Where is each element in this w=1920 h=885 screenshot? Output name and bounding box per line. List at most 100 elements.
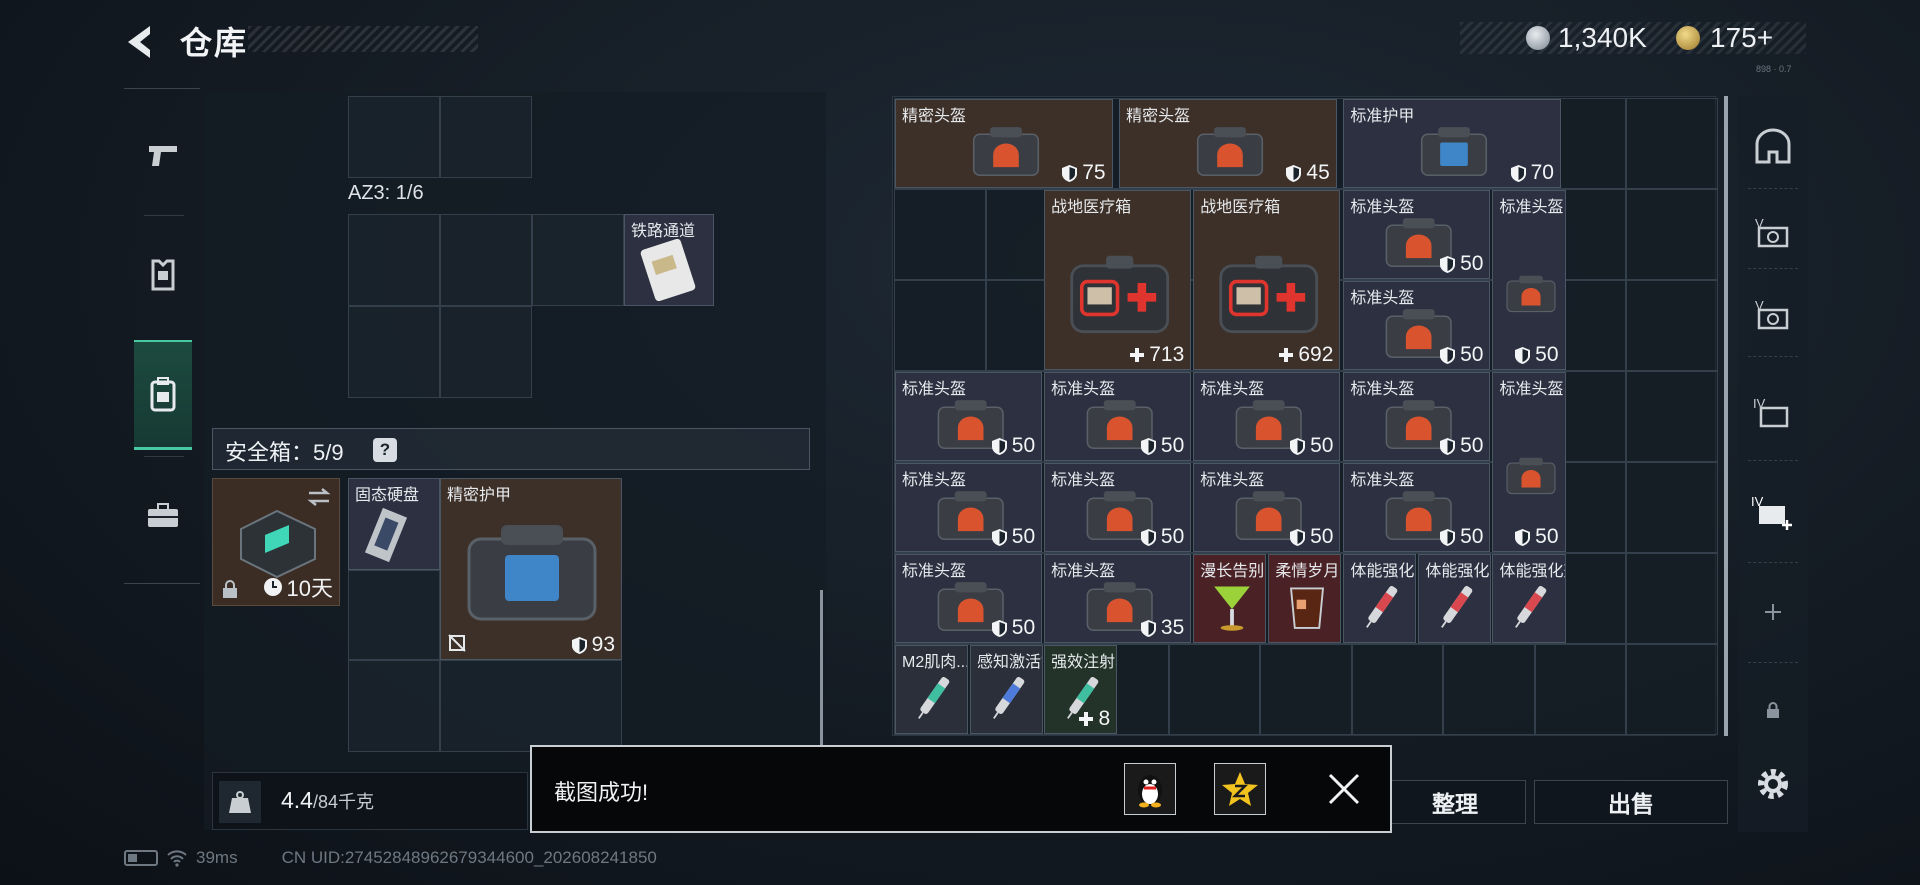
inventory-item[interactable]: 标准头盔 50 xyxy=(1193,463,1341,552)
inventory-slot[interactable] xyxy=(894,189,986,280)
inventory-slot[interactable] xyxy=(1260,644,1352,735)
medkit-image xyxy=(1070,256,1170,334)
item-name: 标准头盔 xyxy=(1051,563,1116,580)
safe-case-item[interactable]: 10天 xyxy=(212,478,340,606)
weight-icon xyxy=(219,781,261,823)
helmet-case-image xyxy=(1506,458,1556,495)
grid-cell[interactable] xyxy=(348,660,440,752)
backpack-scrollbar[interactable] xyxy=(820,590,823,750)
inventory-slot[interactable] xyxy=(1351,644,1443,735)
inventory-item[interactable]: 感知激活针 xyxy=(970,645,1044,734)
inventory-item[interactable]: 标准头盔 35 xyxy=(1044,554,1192,643)
status-footer: 39ms CN UID:27452848962679344600_2026082… xyxy=(124,848,657,868)
inventory-slot[interactable] xyxy=(1626,553,1718,644)
inventory-slot[interactable] xyxy=(1626,280,1718,371)
tab-armor[interactable] xyxy=(134,220,192,330)
settings-button[interactable] xyxy=(1738,744,1808,824)
inventory-item[interactable]: 战地医疗箱 713 xyxy=(1044,190,1192,370)
inventory-item[interactable]: 柔情岁月 xyxy=(1268,554,1342,643)
tab-weapons[interactable] xyxy=(134,100,192,210)
inventory-item[interactable]: 体能强化剂 xyxy=(1418,554,1492,643)
back-button[interactable] xyxy=(122,22,162,62)
inventory-slot[interactable] xyxy=(1626,98,1718,189)
close-icon[interactable] xyxy=(1324,769,1364,809)
tab-backpack[interactable] xyxy=(134,340,192,450)
shield-icon xyxy=(1510,164,1526,182)
inventory-item[interactable]: 体能强化剂 xyxy=(1343,554,1417,643)
item-name: 标准头盔 xyxy=(1350,199,1415,216)
inventory-item[interactable]: M2肌肉... xyxy=(895,645,969,734)
swap-icon[interactable] xyxy=(307,487,331,507)
inventory-item[interactable]: 标准头盔 50 xyxy=(1492,190,1566,370)
grid-cell[interactable] xyxy=(348,96,440,178)
inventory-item[interactable]: 标准头盔 50 xyxy=(1492,372,1566,552)
sort-button[interactable]: 整理 xyxy=(1384,780,1526,824)
inventory-item[interactable]: 精密头盔 45 xyxy=(1119,99,1337,188)
grid-cell[interactable] xyxy=(440,660,622,752)
sell-button[interactable]: 出售 xyxy=(1534,780,1728,824)
item-name: 体能强化剂 xyxy=(1425,563,1490,580)
battery-icon xyxy=(124,850,158,866)
inventory-item[interactable]: 标准头盔 50 xyxy=(1343,190,1491,279)
grid-cell[interactable] xyxy=(348,306,440,398)
ping-value: 39ms xyxy=(196,848,238,867)
inventory-item[interactable]: 标准头盔 50 xyxy=(895,372,1043,461)
item-name: 标准头盔 xyxy=(902,381,967,398)
rail-divider xyxy=(1748,460,1798,461)
grid-cell[interactable] xyxy=(440,96,532,178)
storage-tab-helmet[interactable] xyxy=(1738,108,1808,188)
inventory-item[interactable]: 标准护甲 70 xyxy=(1343,99,1561,188)
storage-tab-iv[interactable]: IV xyxy=(1738,372,1808,452)
inventory-slot[interactable] xyxy=(1534,644,1626,735)
add-storage-button[interactable] xyxy=(1738,572,1808,652)
inventory-item[interactable]: 标准头盔 50 xyxy=(1193,372,1341,461)
lock-icon xyxy=(1767,702,1779,718)
inventory-slot[interactable] xyxy=(1168,644,1260,735)
shield-icon xyxy=(1515,346,1531,364)
item-image xyxy=(1504,579,1558,640)
storage-tab-v2[interactable]: V xyxy=(1738,274,1808,354)
item-value: 50 xyxy=(991,616,1035,640)
inventory-slot[interactable] xyxy=(1443,644,1535,735)
inventory-item[interactable]: 标准头盔 50 xyxy=(1343,281,1491,370)
inventory-slot[interactable] xyxy=(1626,371,1718,462)
inventory-item[interactable]: 战地医疗箱 692 xyxy=(1193,190,1341,370)
inventory-item[interactable]: 标准头盔 50 xyxy=(895,463,1043,552)
item-image xyxy=(1430,579,1484,640)
ssd-item[interactable]: 固态硬盘 xyxy=(348,478,440,570)
help-button[interactable]: ? xyxy=(373,438,397,462)
storage-tab-iv-add[interactable]: IV xyxy=(1738,472,1808,552)
grid-cell[interactable] xyxy=(348,570,440,660)
inventory-item[interactable]: 标准头盔 50 xyxy=(1343,372,1491,461)
item-image xyxy=(1504,420,1558,538)
inventory-slot[interactable] xyxy=(1626,462,1718,553)
inventory-slot[interactable] xyxy=(894,280,986,371)
inventory-item[interactable]: 精密头盔 75 xyxy=(895,99,1113,188)
inventory-item[interactable]: 标准头盔 50 xyxy=(1044,463,1192,552)
inventory-slot[interactable] xyxy=(1626,189,1718,280)
share-qq-button[interactable] xyxy=(1124,763,1176,815)
inventory-item[interactable]: 强效注射器 8 xyxy=(1044,645,1118,734)
grid-cell[interactable] xyxy=(532,214,624,306)
inventory-slot[interactable] xyxy=(1626,644,1718,735)
inventory-item[interactable]: 标准头盔 50 xyxy=(1044,372,1192,461)
inventory-item[interactable]: 标准头盔 50 xyxy=(1343,463,1491,552)
tab-briefcase[interactable] xyxy=(134,460,192,570)
grid-cell[interactable] xyxy=(440,214,532,306)
inventory-item[interactable]: 标准头盔 50 xyxy=(895,554,1043,643)
inventory-item[interactable]: 漫长告别 xyxy=(1193,554,1267,643)
item-name: 固态硬盘 xyxy=(355,487,420,504)
inventory-scrollbar[interactable] xyxy=(1724,96,1728,736)
grid-cell[interactable] xyxy=(348,214,440,306)
share-qzone-button[interactable] xyxy=(1214,763,1266,815)
precision-armor-item[interactable]: 精密护甲 93 xyxy=(440,478,622,660)
inventory-item[interactable]: 体能强化剂 xyxy=(1492,554,1566,643)
railway-pass-item[interactable]: 铁路通道 xyxy=(624,214,714,306)
shield-icon xyxy=(1440,255,1456,273)
grid-cell[interactable] xyxy=(440,306,532,398)
storage-tab-v1[interactable]: V xyxy=(1738,192,1808,272)
item-image xyxy=(1155,124,1305,185)
helmet-case-image xyxy=(972,126,1039,176)
item-value: 50 xyxy=(991,525,1035,549)
iv-storage-icon: IV xyxy=(1753,396,1789,428)
